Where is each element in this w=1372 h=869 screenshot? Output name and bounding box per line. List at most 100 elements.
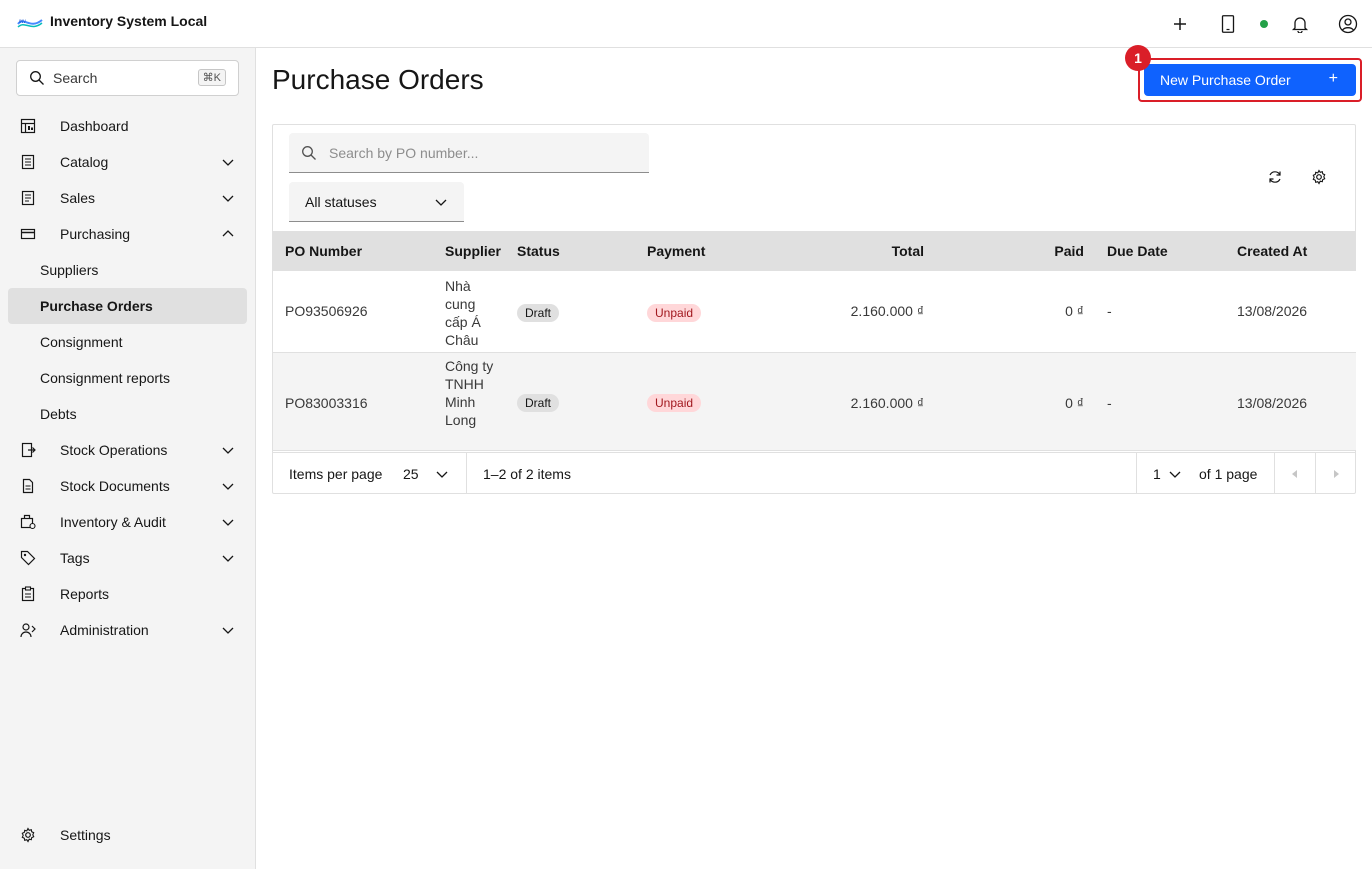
due-date-cell: - bbox=[1107, 395, 1112, 411]
chevron-down-icon bbox=[222, 627, 234, 634]
add-icon[interactable] bbox=[1168, 12, 1192, 36]
sidebar-subitem-suppliers[interactable]: Suppliers bbox=[8, 252, 247, 288]
sidebar-item-tags[interactable]: Tags bbox=[0, 540, 255, 576]
sidebar-subitem-label: Purchase Orders bbox=[40, 298, 153, 314]
sidebar-item-label: Inventory & Audit bbox=[60, 514, 166, 530]
page-number-select[interactable]: 1 bbox=[1153, 466, 1161, 482]
sidebar-item-purchasing[interactable]: Purchasing bbox=[0, 216, 255, 252]
status-badge: Draft bbox=[517, 304, 560, 322]
sidebar-item-label: Tags bbox=[60, 550, 90, 566]
chevron-down-icon[interactable] bbox=[1168, 467, 1182, 481]
created-at-cell: 13/08/2026 bbox=[1237, 395, 1308, 411]
chevron-down-icon bbox=[435, 199, 447, 206]
sidebar-item-dashboard[interactable]: Dashboard bbox=[0, 108, 255, 144]
stock-operations-icon bbox=[21, 442, 36, 458]
sidebar-nav: Search ⌘K Dashboard Catalog Sales Purcha… bbox=[0, 48, 256, 869]
administration-icon bbox=[20, 623, 36, 638]
sidebar-item-inventory-audit[interactable]: Inventory & Audit bbox=[0, 504, 255, 540]
previous-page-button[interactable] bbox=[1275, 453, 1315, 494]
column-header-created-at[interactable]: Created At bbox=[1237, 243, 1307, 259]
sidebar-item-administration[interactable]: Administration bbox=[0, 612, 255, 648]
sidebar-subitem-label: Debts bbox=[40, 406, 77, 422]
total-cell: 2.160.000 ₫ bbox=[850, 303, 924, 319]
payment-badge: Unpaid bbox=[647, 304, 702, 322]
table-header: PO Number Supplier Status Payment Total … bbox=[273, 231, 1356, 271]
gear-icon[interactable] bbox=[1311, 169, 1327, 185]
paid-cell: 0 ₫ bbox=[1065, 303, 1084, 319]
catalog-icon bbox=[21, 154, 35, 170]
created-at-cell: 13/08/2026 bbox=[1237, 303, 1308, 319]
sidebar-item-stock-documents[interactable]: Stock Documents bbox=[0, 468, 255, 504]
sidebar-item-reports[interactable]: Reports bbox=[0, 576, 255, 612]
po-search-field[interactable] bbox=[289, 133, 649, 173]
item-range-text: 1–2 of 2 items bbox=[483, 466, 571, 482]
sidebar-subitem-label: Consignment bbox=[40, 334, 123, 350]
tag-icon bbox=[20, 550, 36, 566]
sidebar-item-catalog[interactable]: Catalog bbox=[0, 144, 255, 180]
sidebar-subitem-purchase-orders[interactable]: Purchase Orders bbox=[8, 288, 247, 324]
column-header-total[interactable]: Total bbox=[892, 243, 924, 259]
notification-bell-icon[interactable] bbox=[1288, 12, 1312, 36]
total-cell: 2.160.000 ₫ bbox=[850, 395, 924, 411]
sidebar-subitem-consignment[interactable]: Consignment bbox=[8, 324, 247, 360]
sidebar-item-label: Purchasing bbox=[60, 226, 131, 242]
sidebar-item-label: Stock Operations bbox=[60, 442, 168, 458]
sidebar-item-label: Sales bbox=[60, 190, 96, 206]
sidebar-subitem-label: Suppliers bbox=[40, 262, 99, 278]
sidebar-subitem-consignment-reports[interactable]: Consignment reports bbox=[8, 360, 247, 396]
search-shortcut-hint: ⌘K bbox=[197, 69, 226, 86]
column-header-supplier[interactable]: Supplier bbox=[445, 243, 501, 259]
table-row[interactable]: PO83003316 Công ty TNHH Minh Long Draft … bbox=[273, 353, 1356, 451]
column-header-po-number[interactable]: PO Number bbox=[285, 243, 362, 259]
sidebar-search[interactable]: Search ⌘K bbox=[16, 60, 239, 96]
column-header-payment[interactable]: Payment bbox=[647, 243, 705, 259]
caret-right-icon bbox=[1334, 469, 1339, 478]
pager-divider bbox=[466, 453, 467, 494]
tablet-icon[interactable] bbox=[1216, 12, 1240, 36]
sidebar-item-label: Reports bbox=[60, 586, 110, 602]
po-search-input[interactable] bbox=[329, 133, 639, 173]
items-per-page-select[interactable]: 25 bbox=[403, 466, 419, 482]
chevron-down-icon[interactable] bbox=[435, 467, 449, 481]
inventory-audit-icon bbox=[20, 514, 36, 530]
user-avatar-icon[interactable] bbox=[1336, 12, 1360, 36]
chevron-down-icon bbox=[222, 483, 234, 490]
status-filter-value: All statuses bbox=[305, 194, 377, 210]
payment-badge: Unpaid bbox=[647, 394, 702, 412]
table-row[interactable]: PO93506926 Nhà cung cấp Á Châu Draft Unp… bbox=[273, 271, 1356, 353]
sidebar-item-label: Stock Documents bbox=[60, 478, 170, 494]
chevron-down-icon bbox=[222, 195, 234, 202]
sidebar-item-label: Administration bbox=[60, 622, 149, 638]
sidebar-item-stock-operations[interactable]: Stock Operations bbox=[0, 432, 255, 468]
chevron-down-icon bbox=[222, 555, 234, 562]
online-status-indicator bbox=[1260, 20, 1268, 28]
column-header-paid[interactable]: Paid bbox=[1054, 243, 1084, 259]
next-page-button[interactable] bbox=[1316, 453, 1356, 494]
new-purchase-order-label: New Purchase Order bbox=[1160, 72, 1291, 88]
refresh-icon[interactable] bbox=[1267, 169, 1283, 185]
purchase-orders-table-card: All statuses PO Number Supplier Status P… bbox=[272, 124, 1356, 494]
app-logo-icon: INV bbox=[17, 19, 43, 28]
gear-icon bbox=[21, 827, 35, 843]
pagination-bar: Items per page 25 1–2 of 2 items 1 of 1 … bbox=[273, 452, 1356, 494]
new-purchase-order-button[interactable]: New Purchase Order + bbox=[1144, 64, 1356, 96]
column-header-status[interactable]: Status bbox=[517, 243, 560, 259]
column-header-due-date[interactable]: Due Date bbox=[1107, 243, 1168, 259]
plus-icon: + bbox=[1328, 70, 1338, 87]
sidebar-search-label: Search bbox=[53, 70, 98, 86]
pager-divider bbox=[1136, 453, 1137, 494]
po-number-cell: PO83003316 bbox=[285, 395, 368, 411]
sidebar-item-sales[interactable]: Sales bbox=[0, 180, 255, 216]
supplier-cell: Công ty TNHH Minh Long bbox=[445, 358, 494, 428]
sidebar-subitem-debts[interactable]: Debts bbox=[8, 396, 247, 432]
supplier-cell: Nhà cung cấp Á Châu bbox=[445, 278, 481, 348]
sidebar-item-settings[interactable]: Settings bbox=[0, 817, 255, 853]
status-filter-dropdown[interactable]: All statuses bbox=[289, 182, 464, 222]
caret-left-icon bbox=[1292, 469, 1297, 478]
sidebar-item-label: Dashboard bbox=[60, 118, 129, 134]
purchasing-icon bbox=[20, 228, 36, 240]
app-title[interactable]: Inventory System Local bbox=[50, 13, 207, 29]
sidebar-item-label: Settings bbox=[60, 827, 111, 843]
chevron-down-icon bbox=[222, 447, 234, 454]
sales-icon bbox=[21, 190, 35, 206]
